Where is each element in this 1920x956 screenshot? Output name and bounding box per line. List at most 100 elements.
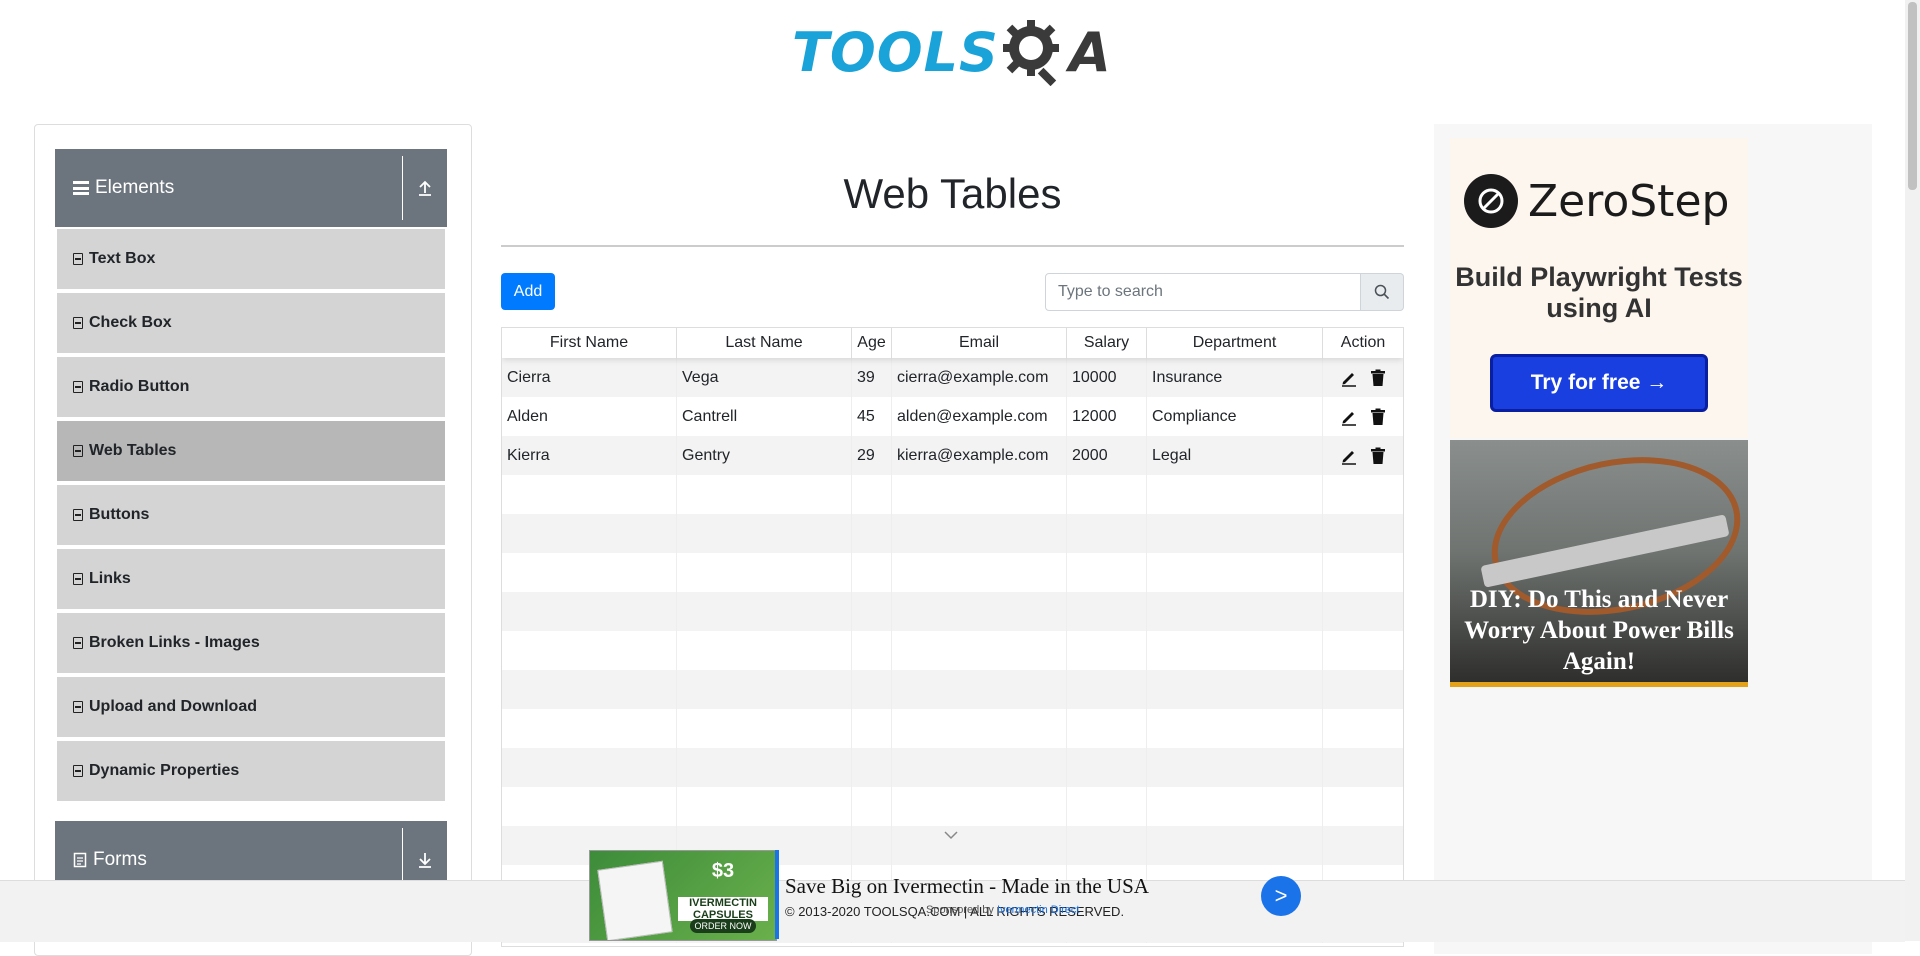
cell-department: Insurance — [1147, 358, 1323, 397]
sidebar-item-radio-button[interactable]: Radio Button — [57, 357, 445, 421]
cell-first-name: Alden — [502, 397, 677, 436]
add-button[interactable]: Add — [501, 273, 555, 310]
search-input[interactable] — [1045, 273, 1361, 311]
item-icon — [73, 701, 83, 713]
document-icon — [73, 852, 87, 868]
collapse-toggle[interactable] — [402, 156, 447, 220]
edit-icon[interactable] — [1340, 408, 1358, 426]
group-title: Elements — [55, 177, 402, 199]
page-scrollbar[interactable] — [1905, 0, 1920, 941]
cell-actions — [1323, 436, 1403, 475]
sidebar-item-links[interactable]: Links — [57, 549, 445, 613]
cell-last-name: Gentry — [677, 436, 852, 475]
delete-icon[interactable] — [1370, 408, 1386, 426]
delete-icon[interactable] — [1370, 369, 1386, 387]
column-header-department[interactable]: Department — [1147, 328, 1323, 358]
try-for-free-button[interactable]: Try for free → — [1490, 354, 1708, 412]
cell-department: Compliance — [1147, 397, 1323, 436]
ad-product-label: IVERMECTIN CAPSULES — [678, 897, 768, 921]
sidebar-item-label: Links — [89, 570, 131, 587]
ad-accent-bar — [775, 850, 779, 939]
edit-icon[interactable] — [1340, 369, 1358, 387]
sidebar-item-label: Dynamic Properties — [89, 762, 240, 779]
sidebar-item-buttons[interactable]: Buttons — [57, 485, 445, 549]
empty-row — [502, 592, 1403, 631]
sidebar-item-label: Text Box — [89, 250, 156, 267]
column-header-email[interactable]: Email — [892, 328, 1067, 358]
sidebar-item-web-tables[interactable]: Web Tables — [57, 421, 445, 485]
zerostep-ad[interactable]: ZeroStep Build Playwright Tests using AI… — [1450, 138, 1748, 438]
item-icon — [73, 253, 83, 265]
cell-first-name: Cierra — [502, 358, 677, 397]
table-row: Cierra Vega 39 cierra@example.com 10000 … — [502, 358, 1403, 397]
logo-suffix: A — [1068, 20, 1111, 84]
cell-email: kierra@example.com — [892, 436, 1067, 475]
sidebar-item-dynamic-properties[interactable]: Dynamic Properties — [57, 741, 445, 805]
column-header-last-name[interactable]: Last Name — [677, 328, 852, 358]
column-header-first-name[interactable]: First Name — [502, 328, 677, 358]
sidebar-item-text-box[interactable]: Text Box — [57, 229, 445, 293]
chevron-down-icon[interactable] — [943, 830, 959, 840]
cell-actions — [1323, 358, 1403, 397]
ad-sponsor-name[interactable]: Ivermectin Direct — [997, 904, 1080, 916]
cell-last-name: Cantrell — [677, 397, 852, 436]
empty-row — [502, 709, 1403, 748]
empty-row — [502, 748, 1403, 787]
sidebar-item-label: Broken Links - Images — [89, 634, 260, 651]
page-title: Web Tables — [843, 170, 1062, 217]
cell-salary: 12000 — [1067, 397, 1147, 436]
empty-row — [502, 553, 1403, 592]
item-icon — [73, 765, 83, 777]
sidebar-item-broken-links[interactable]: Broken Links - Images — [57, 613, 445, 677]
sidebar-item-label: Web Tables — [89, 442, 177, 459]
empty-row — [502, 514, 1403, 553]
empty-row — [502, 475, 1403, 514]
ad-image[interactable]: $3 IVERMECTIN CAPSULES ORDER NOW — [589, 850, 777, 941]
group-header-elements[interactable]: Elements — [55, 149, 447, 227]
cell-department: Legal — [1147, 436, 1323, 475]
item-icon — [73, 381, 83, 393]
cell-last-name: Vega — [677, 358, 852, 397]
ad-headline[interactable]: Save Big on Ivermectin - Made in the USA — [785, 874, 1149, 899]
column-header-age[interactable]: Age — [852, 328, 892, 358]
column-header-salary[interactable]: Salary — [1067, 328, 1147, 358]
scroll-thumb[interactable] — [1908, 2, 1917, 190]
cell-salary: 2000 — [1067, 436, 1147, 475]
sidebar-item-label: Check Box — [89, 314, 172, 331]
bottom-banner-ad[interactable]: $3 IVERMECTIN CAPSULES ORDER NOW Save Bi… — [589, 850, 1301, 941]
zerostep-tagline: Build Playwright Tests using AI — [1455, 262, 1743, 323]
cell-age: 45 — [852, 397, 892, 436]
group-label: Forms — [93, 849, 147, 870]
sidebar-item-check-box[interactable]: Check Box — [57, 293, 445, 357]
search-icon — [1374, 284, 1390, 300]
search-button[interactable] — [1361, 273, 1404, 311]
ad-next-button[interactable]: > — [1261, 876, 1301, 916]
empty-row — [502, 631, 1403, 670]
sidebar-item-label: Buttons — [89, 506, 150, 523]
ad-product-box — [597, 860, 673, 940]
ad-price: $3 — [711, 860, 735, 882]
sidebar-item-upload-download[interactable]: Upload and Download — [57, 677, 445, 741]
column-header-action: Action — [1340, 334, 1386, 351]
toolsqa-logo[interactable]: TOOLS A — [792, 14, 1111, 90]
cell-salary: 10000 — [1067, 358, 1147, 397]
item-icon — [73, 509, 83, 521]
diy-ad-text: DIY: Do This and Never Worry About Power… — [1464, 586, 1734, 675]
sidebar-item-label: Upload and Download — [89, 698, 257, 715]
item-icon — [73, 637, 83, 649]
table-row: Alden Cantrell 45 alden@example.com 1200… — [502, 397, 1403, 436]
cell-email: alden@example.com — [892, 397, 1067, 436]
empty-row — [502, 670, 1403, 709]
cell-age: 29 — [852, 436, 892, 475]
ad-order-badge: ORDER NOW — [690, 919, 756, 933]
ad-sponsor: Sponsored by Ivermectin Direct — [926, 904, 1079, 916]
arrow-down-icon — [419, 853, 431, 868]
zerostep-name: ZeroStep — [1528, 175, 1730, 227]
ad-sponsor-prefix: Sponsored by — [926, 904, 994, 916]
empty-row — [502, 787, 1403, 826]
cell-age: 39 — [852, 358, 892, 397]
delete-icon[interactable] — [1370, 447, 1386, 465]
diy-ad[interactable]: DIY: Do This and Never Worry About Power… — [1450, 440, 1748, 687]
item-icon — [73, 573, 83, 585]
edit-icon[interactable] — [1340, 447, 1358, 465]
